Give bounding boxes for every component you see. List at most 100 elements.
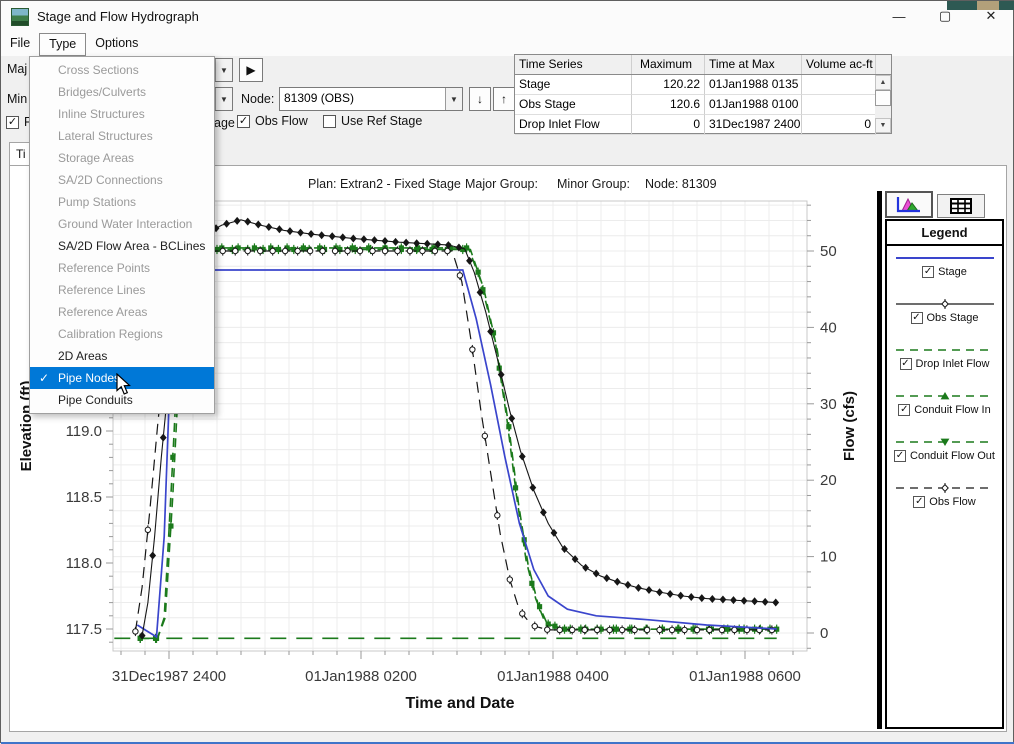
checkbox-checked-icon[interactable]: ✓ (913, 496, 925, 508)
node-value: 81309 (OBS) (280, 88, 445, 110)
checkbox-checked-icon[interactable]: ✓ (894, 450, 906, 462)
check-spacer (30, 147, 58, 169)
summary-col-header: Time at Max (705, 55, 802, 74)
obs-flow-checkbox[interactable]: ✓ Obs Flow (237, 114, 308, 128)
checkbox-checked-icon[interactable]: ✓ (900, 358, 912, 370)
type-menu-item[interactable]: Inline Structures (30, 103, 214, 125)
legend-entry-label: Obs Stage (927, 312, 979, 324)
previous-node-button[interactable]: ↑ (493, 87, 515, 111)
type-menu-item[interactable]: SA/2D Flow Area - BCLines (30, 235, 214, 257)
type-menu-item-label: 2D Areas (58, 345, 107, 367)
legend-entry-label: Drop Inlet Flow (916, 358, 990, 370)
scroll-up-icon[interactable]: ▲ (875, 75, 891, 90)
check-spacer (30, 59, 58, 81)
checkmark-icon: ✓ (30, 367, 58, 389)
legend-entry-row[interactable]: ✓Conduit Flow In (887, 404, 1002, 416)
table-scrollbar[interactable]: ▲ ▼ (875, 75, 891, 133)
legend-entry-label: Conduit Flow Out (910, 450, 995, 462)
chevron-down-icon[interactable]: ▼ (215, 59, 232, 81)
type-menu-item-label: Reference Areas (58, 301, 147, 323)
minor-group-label-fragment: Min (7, 92, 27, 106)
node-label: Node: (241, 92, 274, 106)
type-menu-item[interactable]: Pump Stations (30, 191, 214, 213)
minor-group-title: Minor Group: (557, 177, 630, 191)
major-group-label-fragment: Maj (7, 62, 27, 76)
scroll-down-icon[interactable]: ▼ (875, 118, 891, 133)
play-button[interactable]: ▶ (239, 58, 263, 82)
next-node-button[interactable]: ↓ (469, 87, 491, 111)
table-cell (802, 75, 876, 95)
summary-col-header: Maximum (632, 55, 705, 74)
tab-table-view[interactable] (937, 194, 985, 218)
chevron-down-icon[interactable]: ▼ (215, 88, 232, 110)
type-menu-item[interactable]: Storage Areas (30, 147, 214, 169)
check-spacer (30, 81, 58, 103)
table-row[interactable]: Stage120.2201Jan1988 0135 (515, 75, 891, 95)
legend-entry-row[interactable]: ✓ Obs Stage (887, 312, 1002, 324)
legend-sample-line (893, 480, 997, 496)
major-group-title: Major Group: (465, 177, 538, 191)
summary-col-header: Time Series (515, 55, 632, 74)
legend-entry: ✓ Obs Flow (887, 480, 1002, 522)
stage-flow-hydrograph-window: { "window": { "title": "Stage and Flow H… (0, 0, 1014, 743)
table-row[interactable]: Drop Inlet Flow031Dec1987 24000 (515, 115, 891, 135)
checkbox-checked-icon: ✓ (6, 116, 19, 129)
table-row[interactable]: Obs Stage120.601Jan1988 0100 (515, 95, 891, 115)
legend-entry-row[interactable]: ✓ Drop Inlet Flow (887, 358, 1002, 370)
use-ref-stage-checkbox[interactable]: Use Ref Stage (323, 114, 422, 128)
table-cell: 0 (632, 115, 705, 135)
type-menu-item-label: Reference Points (58, 257, 150, 279)
legend-sample-line (893, 434, 997, 450)
table-cell: 0 (802, 115, 876, 135)
plan-label: Plan: Extran2 - Fixed Stage (308, 177, 461, 191)
menu-options[interactable]: Options (86, 33, 147, 56)
table-cell: 120.6 (632, 95, 705, 115)
header-stub (876, 55, 891, 74)
minimize-button[interactable]: — (876, 1, 922, 31)
svg-text:50: 50 (820, 243, 837, 260)
svg-text:30: 30 (820, 396, 837, 413)
type-menu-item[interactable]: Reference Points (30, 257, 214, 279)
svg-text:31Dec1987 2400: 31Dec1987 2400 (112, 668, 226, 685)
type-menu-item-label: Cross Sections (58, 59, 139, 81)
chevron-down-icon[interactable]: ▼ (445, 88, 462, 110)
type-menu-item[interactable]: Lateral Structures (30, 125, 214, 147)
app-icon (11, 8, 29, 26)
check-spacer (30, 169, 58, 191)
type-menu-item[interactable]: Reference Areas (30, 301, 214, 323)
svg-text:40: 40 (820, 319, 837, 336)
checkbox-checked-icon[interactable]: ✓ (922, 266, 934, 278)
table-cell: Obs Stage (515, 95, 632, 115)
type-menu-item[interactable]: Cross Sections (30, 59, 214, 81)
type-menu-item[interactable]: Calibration Regions (30, 323, 214, 345)
checkbox-checked-icon[interactable]: ✓ (898, 404, 910, 416)
tab-plot-view[interactable] (885, 191, 933, 218)
legend-entry-label: Obs Flow (929, 496, 975, 508)
node-combobox[interactable]: 81309 (OBS) ▼ (279, 87, 463, 111)
menu-type[interactable]: Type (39, 33, 86, 56)
type-menu-item-label: Pump Stations (58, 191, 136, 213)
title-bar: Stage and Flow Hydrograph — ▢ ✕ (1, 1, 1013, 33)
scrollbar-thumb[interactable] (875, 90, 891, 106)
check-spacer (30, 125, 58, 147)
type-menu-item[interactable]: Bridges/Culverts (30, 81, 214, 103)
type-menu-item-label: Bridges/Culverts (58, 81, 146, 103)
legend-entry-row[interactable]: ✓ Conduit Flow Out (887, 450, 1002, 462)
table-cell: 120.22 (632, 75, 705, 95)
checkbox-checked-icon[interactable]: ✓ (911, 312, 923, 324)
time-series-tab-fragment[interactable]: Ti (9, 142, 31, 166)
type-menu-item[interactable]: 2D Areas (30, 345, 214, 367)
type-menu-item[interactable]: Ground Water Interaction (30, 213, 214, 235)
type-menu-item-label: Inline Structures (58, 103, 145, 125)
legend-entry-row[interactable]: ✓Stage (887, 266, 1002, 278)
svg-text:119.0: 119.0 (66, 423, 102, 440)
legend-entry-row[interactable]: ✓ Obs Flow (887, 496, 1002, 508)
svg-text:Flow (cfs): Flow (cfs) (841, 391, 858, 461)
type-menu-item[interactable]: SA/2D Connections (30, 169, 214, 191)
table-icon (950, 198, 972, 214)
svg-text:20: 20 (820, 472, 837, 489)
summary-col-header: Volume ac-ft (802, 55, 876, 74)
menu-file[interactable]: File (1, 33, 39, 56)
summary-table: Time SeriesMaximumTime at MaxVolume ac-f… (514, 54, 892, 134)
type-menu-item[interactable]: Reference Lines (30, 279, 214, 301)
